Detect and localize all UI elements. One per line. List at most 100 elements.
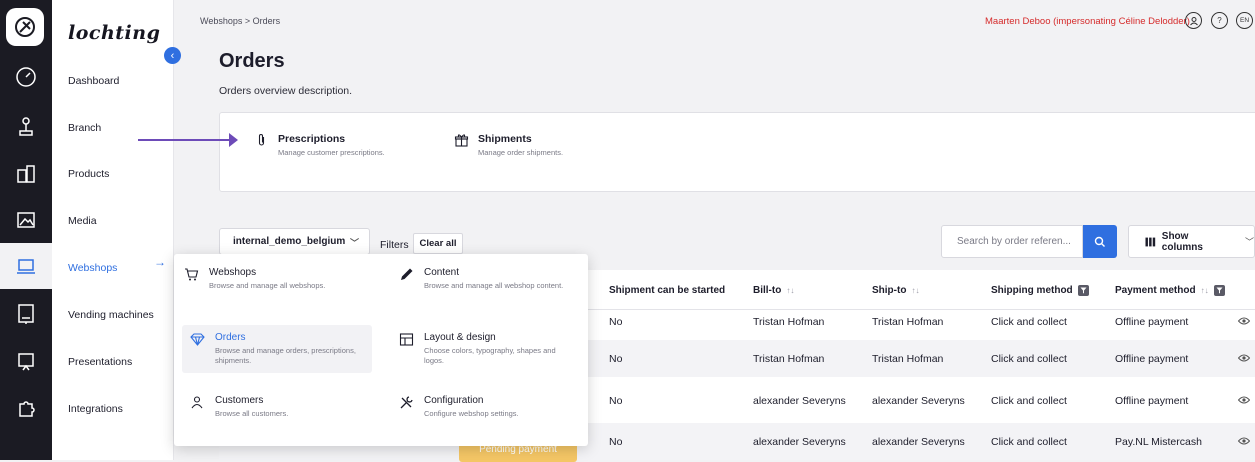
eye-icon[interactable] xyxy=(1238,353,1250,363)
submenu-item-customers[interactable]: Customers Browse all customers. xyxy=(182,388,372,426)
breadcrumb-webshops[interactable]: Webshops xyxy=(200,16,242,26)
submenu-item-layout-design[interactable]: Layout & design Choose colors, typography… xyxy=(391,325,581,373)
sidebar-item-presentations[interactable]: Presentations xyxy=(68,356,132,368)
impersonation-status: Maarten Deboo (impersonating Céline Delo… xyxy=(985,16,1190,27)
cell-shipment: No xyxy=(609,436,623,448)
webshop-select[interactable]: internal_demo_belgium ﹀ xyxy=(219,228,370,255)
search-icon xyxy=(1094,236,1105,247)
shipments-subtitle: Manage order shipments. xyxy=(478,148,564,157)
cell-shipping-method: Click and collect xyxy=(991,316,1067,328)
submenu-item-orders[interactable]: Orders Browse and manage orders, prescrip… xyxy=(182,325,372,373)
search-input[interactable]: Search by order referen... xyxy=(941,225,1083,258)
sort-icon[interactable]: ↑↓ xyxy=(911,286,919,295)
diamond-icon xyxy=(190,333,205,346)
sub-pages-card: Prescriptions Manage customer prescripti… xyxy=(219,112,1255,192)
user-icon[interactable] xyxy=(1185,12,1202,29)
submenu-item-subtitle: Browse and manage all webshops. xyxy=(209,281,326,290)
sidebar-item-media[interactable]: Media xyxy=(68,215,97,227)
filters-label: Filters xyxy=(380,239,409,251)
annotation-arrow xyxy=(138,139,230,141)
submenu-item-title: Configuration xyxy=(424,395,484,406)
sort-icon[interactable]: ↑↓ xyxy=(786,286,794,295)
cell-payment-method: Offline payment xyxy=(1115,316,1189,328)
collapse-sidebar-button[interactable]: ‹ xyxy=(164,47,181,64)
show-columns-button[interactable]: Show columns ﹀ xyxy=(1128,225,1255,258)
cart-icon xyxy=(185,268,199,281)
cell-shipping-method: Click and collect xyxy=(991,353,1067,365)
prescriptions-subtitle: Manage customer prescriptions. xyxy=(278,148,385,157)
column-header-label: Shipping method xyxy=(991,284,1073,296)
cell-shipment: No xyxy=(609,316,623,328)
shipments-link[interactable]: Shipments Manage order shipments. xyxy=(454,133,563,157)
column-header-label: Shipment can be started xyxy=(609,284,726,296)
webshop-select-value: internal_demo_belgium xyxy=(233,236,346,247)
columns-icon xyxy=(1145,237,1156,246)
puzzle-icon[interactable] xyxy=(0,385,52,431)
help-icon[interactable]: ? xyxy=(1211,12,1228,29)
cell-bill-to: alexander Severyns xyxy=(753,395,846,407)
submenu-arrow-icon: → xyxy=(154,255,166,269)
prescriptions-link[interactable]: Prescriptions Manage customer prescripti… xyxy=(254,133,385,157)
eye-icon[interactable] xyxy=(1238,436,1250,446)
vending-machine-icon[interactable] xyxy=(0,291,52,337)
sidebar-item-dashboard[interactable]: Dashboard xyxy=(68,75,119,87)
submenu-item-title: Customers xyxy=(215,395,264,406)
filter-icon[interactable] xyxy=(1213,284,1225,296)
laptop-cart-icon[interactable] xyxy=(0,243,52,289)
joystick-icon[interactable] xyxy=(0,104,52,150)
cell-payment-method: Offline payment xyxy=(1115,353,1189,365)
cell-ship-to: Tristan Hofman xyxy=(872,316,944,328)
sidebar-item-vending-machines[interactable]: Vending machines xyxy=(68,309,154,321)
brand-logo[interactable]: lochting xyxy=(68,22,160,44)
gift-icon xyxy=(454,134,469,147)
submenu-item-content[interactable]: Content Browse and manage all webshop con… xyxy=(391,260,581,298)
pencil-icon xyxy=(401,268,413,280)
cell-ship-to: alexander Severyns xyxy=(872,395,965,407)
breadcrumb: Webshops > Orders xyxy=(200,16,280,26)
app-logo-icon[interactable] xyxy=(6,8,44,46)
cell-bill-to: Tristan Hofman xyxy=(753,353,825,365)
submenu-item-title: Webshops xyxy=(209,267,257,278)
clear-all-button[interactable]: Clear all xyxy=(413,233,463,254)
sort-icon[interactable]: ↑↓ xyxy=(1201,286,1209,295)
cell-shipment: No xyxy=(609,353,623,365)
submenu-item-subtitle: Browse all customers. xyxy=(215,409,289,418)
submenu-item-subtitle: Configure webshop settings. xyxy=(424,409,519,418)
column-header-label: Payment method xyxy=(1115,284,1196,296)
language-button[interactable]: EN xyxy=(1236,12,1253,29)
sidebar-item-integrations[interactable]: Integrations xyxy=(68,403,123,415)
breadcrumb-orders: Orders xyxy=(252,16,281,26)
paperclip-icon xyxy=(258,134,265,146)
submenu-item-webshops[interactable]: Webshops Browse and manage all webshops. xyxy=(176,260,372,298)
cell-payment-method: Pay.NL Mistercash xyxy=(1115,436,1202,448)
shipments-title: Shipments xyxy=(478,133,532,145)
sidebar-item-webshops[interactable]: Webshops xyxy=(68,262,117,274)
prescriptions-title: Prescriptions xyxy=(278,133,346,145)
cell-bill-to: alexander Severyns xyxy=(753,436,846,448)
cell-shipping-method: Click and collect xyxy=(991,436,1067,448)
cell-shipping-method: Click and collect xyxy=(991,395,1067,407)
customers-icon xyxy=(191,396,203,409)
eye-icon[interactable] xyxy=(1238,395,1250,405)
cell-shipment: No xyxy=(609,395,623,407)
annotation-arrowhead xyxy=(229,133,238,147)
products-icon[interactable] xyxy=(0,151,52,197)
search-button[interactable] xyxy=(1083,225,1117,258)
webshops-submenu: Webshops Browse and manage all webshops. … xyxy=(174,254,588,446)
submenu-item-configuration[interactable]: Configuration Configure webshop settings. xyxy=(391,388,581,426)
tools-icon xyxy=(400,396,413,409)
filter-icon[interactable] xyxy=(1077,284,1089,296)
presentation-icon[interactable] xyxy=(0,339,52,385)
eye-icon[interactable] xyxy=(1238,316,1250,326)
sidebar-item-branch[interactable]: Branch xyxy=(68,122,101,134)
icon-rail xyxy=(0,0,52,460)
chevron-down-icon: ﹀ xyxy=(1244,237,1254,247)
image-icon[interactable] xyxy=(0,197,52,243)
submenu-item-subtitle: Browse and manage orders, prescriptions,… xyxy=(215,346,356,365)
breadcrumb-separator: > xyxy=(244,16,251,26)
sidebar-item-products[interactable]: Products xyxy=(68,168,109,180)
submenu-item-title: Content xyxy=(424,267,460,278)
cell-ship-to: alexander Severyns xyxy=(872,436,965,448)
cell-ship-to: Tristan Hofman xyxy=(872,353,944,365)
gauge-icon[interactable] xyxy=(0,54,52,100)
